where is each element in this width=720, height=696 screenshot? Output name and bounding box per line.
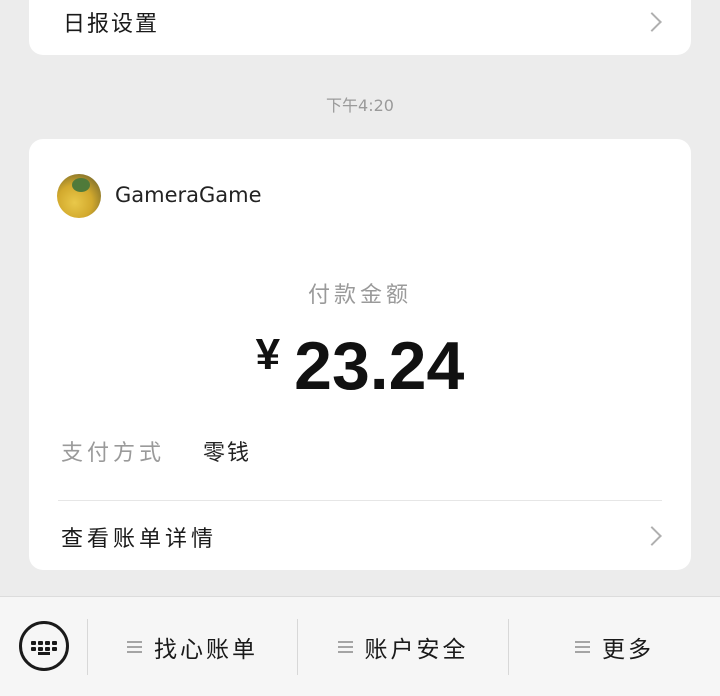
menu-item-account-security[interactable]: 账户安全 (298, 619, 508, 675)
chevron-right-icon (642, 526, 662, 546)
hamburger-icon (337, 641, 353, 653)
chevron-right-icon (642, 12, 662, 32)
menu-item-label: 账户安全 (364, 637, 469, 663)
menu-item-label: 找心账单 (154, 637, 258, 663)
payment-amount: ¥23.24 (29, 327, 691, 405)
bottom-menu-bar: 找心账单 账户安全 更多 (0, 596, 720, 696)
daily-report-settings-label: 日报设置 (63, 12, 160, 37)
hamburger-icon (127, 641, 142, 653)
amount-value: 23.24 (294, 328, 465, 404)
view-bill-details-label: 查看账单详情 (61, 527, 218, 552)
payment-method-value: 零钱 (203, 441, 252, 466)
menu-item-label: 更多 (602, 637, 654, 663)
menu-item-more[interactable]: 更多 (509, 619, 720, 675)
daily-report-settings-row[interactable]: 日报设置 (29, 0, 691, 55)
view-bill-details-row[interactable]: 查看账单详情 (29, 501, 691, 570)
message-timestamp: 下午4:20 (326, 96, 394, 115)
amount-label: 付款金额 (307, 283, 412, 308)
currency-symbol: ¥ (255, 330, 281, 379)
keyboard-icon[interactable] (19, 621, 69, 671)
payment-method-label: 支付方式 (61, 441, 166, 466)
hamburger-icon (575, 641, 590, 653)
merchant-avatar[interactable] (57, 174, 101, 218)
menu-item-bills[interactable]: 找心账单 (88, 619, 297, 675)
payment-notification-card: GameraGame 付款金额 ¥23.24 支付方式 零钱 查看账单详情 (29, 139, 691, 570)
merchant-name: GameraGame (115, 183, 262, 207)
